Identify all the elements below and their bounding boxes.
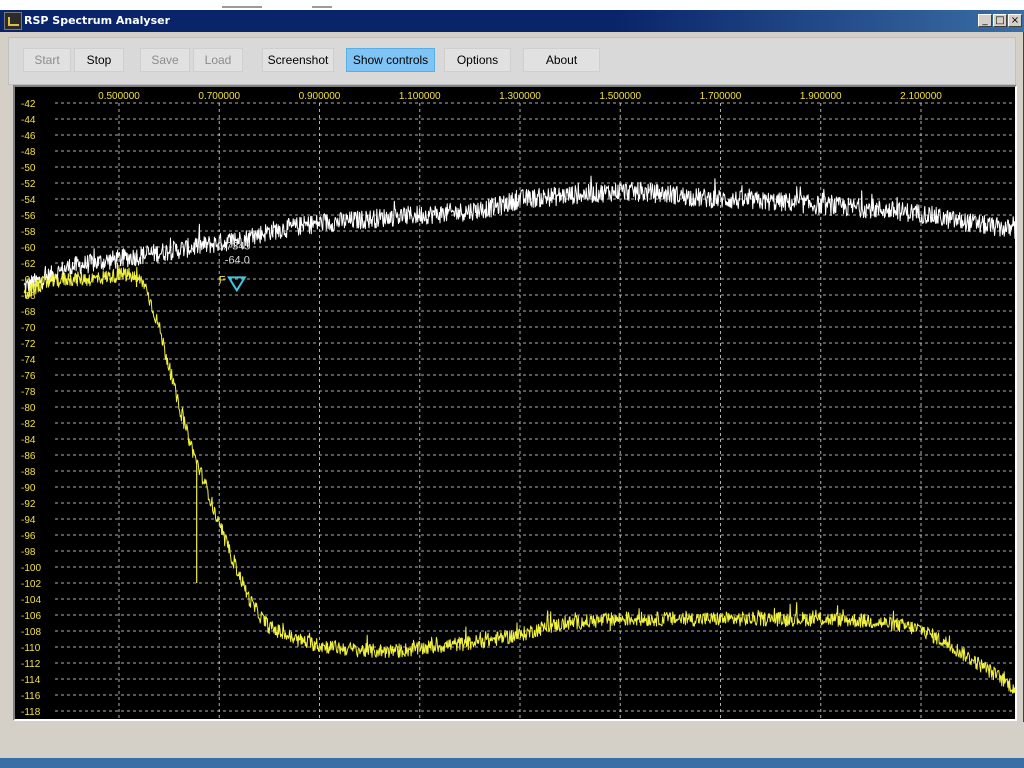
x-axis-ticks: 0.500000 0.700000 0.900000 1.100000 1.300000… <box>98 91 942 102</box>
y-tick-label: -46 <box>21 131 36 142</box>
show-controls-button[interactable]: Show controls <box>346 48 435 72</box>
y-tick-label: -114 <box>21 675 41 686</box>
stop-button[interactable]: Stop <box>74 48 124 72</box>
x-tick-label: 1.500000 <box>599 91 641 102</box>
x-tick-label: 1.300000 <box>499 91 541 102</box>
y-tick-label: -54 <box>21 195 36 206</box>
y-tick-label: -80 <box>21 403 36 414</box>
y-tick-label: -48 <box>21 147 36 158</box>
y-tick-label: -84 <box>21 435 36 446</box>
save-button[interactable]: Save <box>140 48 190 72</box>
x-tick-label: 1.900000 <box>800 91 842 102</box>
marker-id-label: F <box>219 274 226 286</box>
options-button[interactable]: Options <box>444 48 511 72</box>
y-tick-label: -116 <box>21 691 41 702</box>
y-tick-label: -70 <box>21 323 36 334</box>
marker-level-label: -64.0 <box>225 254 250 266</box>
x-tick-label: 1.100000 <box>399 91 441 102</box>
y-tick-label: -42 <box>21 99 36 110</box>
y-tick-label: -82 <box>21 419 36 430</box>
start-button[interactable]: Start <box>23 48 71 72</box>
y-tick-label: -44 <box>21 115 36 126</box>
screenshot-button[interactable]: Screenshot <box>262 48 334 72</box>
about-button[interactable]: About <box>523 48 600 72</box>
x-tick-label: 1.700000 <box>700 91 742 102</box>
y-tick-label: -92 <box>21 499 36 510</box>
app-logo-icon[interactable] <box>4 12 22 30</box>
y-tick-label: -106 <box>21 611 41 622</box>
desktop-background <box>0 0 1024 10</box>
y-tick-label: -86 <box>21 451 36 462</box>
y-tick-label: -60 <box>21 243 36 254</box>
y-tick-label: -76 <box>21 371 36 382</box>
y-tick-label: -98 <box>21 547 36 558</box>
y-tick-label: -118 <box>21 707 41 718</box>
y-tick-label: -96 <box>21 531 36 542</box>
y-tick-label: -74 <box>21 355 36 366</box>
y-tick-label: -78 <box>21 387 36 398</box>
x-tick-label: 0.500000 <box>98 91 140 102</box>
y-tick-label: -94 <box>21 515 36 526</box>
toolbar: Start Stop Save Load Screenshot Show con… <box>8 37 1016 85</box>
x-tick-label: 0.900000 <box>299 91 341 102</box>
y-tick-label: -90 <box>21 483 36 494</box>
x-tick-label: 0.700000 <box>198 91 240 102</box>
y-tick-label: -62 <box>21 259 36 270</box>
y-tick-label: -108 <box>21 627 41 638</box>
x-tick-label: 2.100000 <box>900 91 942 102</box>
y-tick-label: -52 <box>21 179 36 190</box>
y-tick-label: -88 <box>21 467 36 478</box>
app-window: RSP Spectrum Analyser _ □ × Start Stop S… <box>0 10 1024 758</box>
maximize-button[interactable]: □ <box>993 14 1007 27</box>
close-button[interactable]: × <box>1008 14 1022 27</box>
y-tick-label: -104 <box>21 595 41 606</box>
window-title: RSP Spectrum Analyser <box>24 14 171 27</box>
status-bar <box>0 722 1024 758</box>
title-bar[interactable]: RSP Spectrum Analyser _ □ × <box>0 10 1024 32</box>
y-tick-label: -100 <box>21 563 41 574</box>
load-button[interactable]: Load <box>193 48 243 72</box>
y-tick-label: -102 <box>21 579 41 590</box>
window-controls: _ □ × <box>978 14 1022 27</box>
y-tick-label: -68 <box>21 307 36 318</box>
spectrum-chart[interactable]: -42-44-46-48-50-52-54-56-58-60-62-64-66-… <box>15 87 1015 719</box>
desktop-fragment <box>312 6 332 8</box>
y-tick-label: -110 <box>21 643 41 654</box>
desktop-fragment <box>222 6 262 8</box>
marker-frequency-label: 0.7345 <box>217 240 251 252</box>
y-tick-label: -72 <box>21 339 36 350</box>
minimize-button[interactable]: _ <box>978 14 992 27</box>
spectrum-plot[interactable]: -42 -44 -46 -48 -50 -52 -54 -56 -58 -60 -62 -64 -66-… <box>13 85 1017 721</box>
y-tick-label: -56 <box>21 211 36 222</box>
y-tick-label: -112 <box>21 659 41 670</box>
y-tick-label: -58 <box>21 227 36 238</box>
y-tick-label: -50 <box>21 163 36 174</box>
